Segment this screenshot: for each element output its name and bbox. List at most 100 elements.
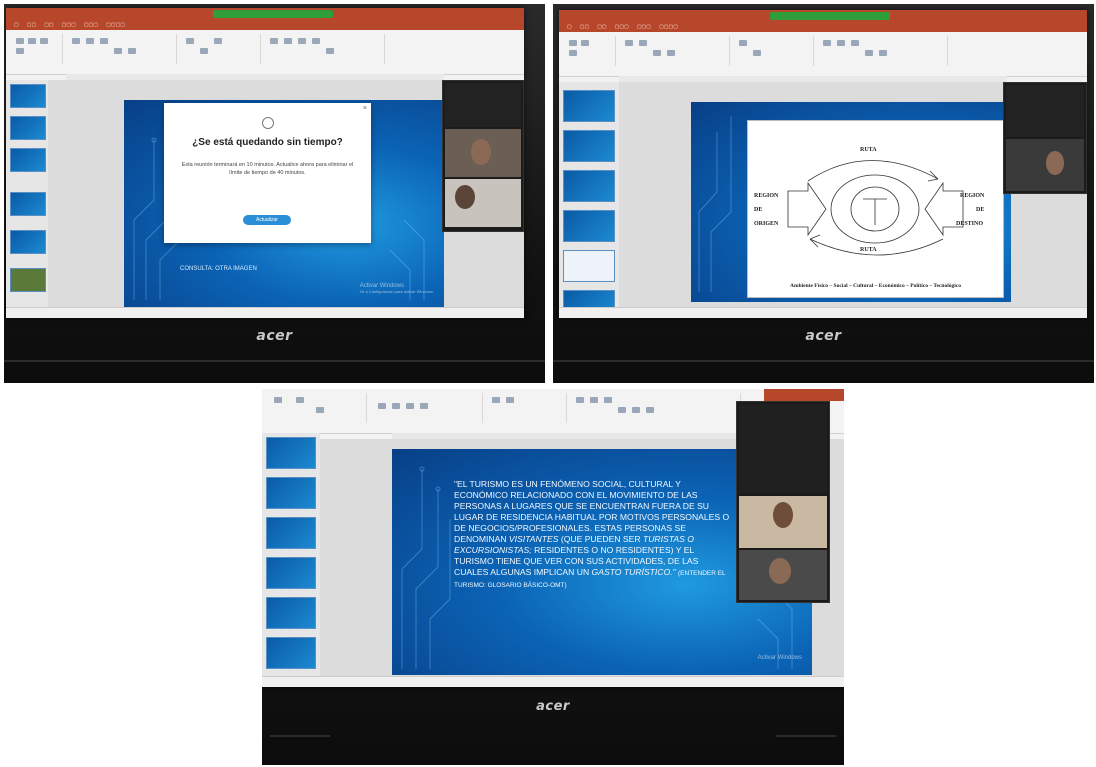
label-origin-1: REGION bbox=[754, 193, 779, 199]
laptop-hinge bbox=[553, 360, 1094, 380]
photo-tourism-definition: "EL TURISMO ES UN FENÓMENO SOCIAL, CULTU… bbox=[262, 389, 844, 765]
video-panel bbox=[442, 80, 524, 232]
status-bar bbox=[6, 307, 524, 318]
diagram-footer: Ambiente Físico – Social – Cultural – Ec… bbox=[790, 283, 961, 289]
ribbon-tabs: ▢ ▢▢ ▢▢ ▢▢▢ ▢▢▢ ▢▢▢▢ bbox=[6, 21, 524, 30]
tab[interactable]: ▢▢▢▢ bbox=[106, 21, 125, 30]
meeting-badge bbox=[213, 10, 334, 18]
video-tile[interactable] bbox=[739, 404, 827, 494]
slide-thumbnail[interactable] bbox=[563, 250, 615, 282]
tab[interactable]: ▢▢▢ bbox=[615, 23, 629, 32]
video-tile[interactable] bbox=[1006, 85, 1084, 137]
slide-thumbnail[interactable] bbox=[563, 90, 615, 122]
slide-thumbnail[interactable] bbox=[266, 517, 316, 549]
laptop-screen: ▢ ▢▢ ▢▢ ▢▢▢ ▢▢▢ ▢▢▢▢ bbox=[6, 8, 524, 318]
slide-thumbnail[interactable] bbox=[10, 192, 46, 216]
label-route-bottom: RUTA bbox=[860, 247, 877, 253]
video-tile[interactable] bbox=[445, 129, 521, 177]
video-tile[interactable] bbox=[739, 550, 827, 600]
tourism-system-diagram: RUTA RUTA REGION DE ORIGEN REGION DE DES… bbox=[747, 120, 1004, 298]
slide-thumbnail[interactable] bbox=[10, 268, 46, 292]
tab[interactable]: ▢▢ bbox=[27, 21, 36, 30]
ribbon-tabs: ▢ ▢▢ ▢▢ ▢▢▢ ▢▢▢ ▢▢▢▢ bbox=[559, 23, 1087, 32]
acer-logo: acer bbox=[536, 699, 570, 714]
slide-thumbnail[interactable] bbox=[10, 148, 46, 172]
video-tile[interactable] bbox=[445, 83, 521, 127]
ribbon bbox=[6, 30, 524, 75]
acer-logo: acer bbox=[805, 328, 842, 344]
slide-thumbnail[interactable] bbox=[10, 116, 46, 140]
video-panel bbox=[736, 401, 830, 603]
tab[interactable]: ▢▢▢ bbox=[62, 21, 76, 30]
video-tile[interactable] bbox=[445, 179, 521, 227]
label-destination-2: DE bbox=[976, 207, 985, 213]
slide-thumbnails bbox=[6, 80, 48, 308]
ribbon-group bbox=[619, 36, 730, 66]
photo-tourism-diagram: ▢ ▢▢ ▢▢ ▢▢▢ ▢▢▢ ▢▢▢▢ RUTA RUTA REGION DE… bbox=[553, 4, 1094, 383]
label-origin-2: DE bbox=[754, 207, 763, 213]
ribbon-group bbox=[266, 393, 367, 423]
ribbon bbox=[559, 32, 1087, 77]
slide-thumbnail[interactable] bbox=[266, 637, 316, 669]
tab[interactable]: ▢ bbox=[567, 23, 572, 32]
label-destination-1: REGION bbox=[960, 193, 985, 199]
participant-face bbox=[1046, 151, 1064, 175]
label-route-top: RUTA bbox=[860, 147, 877, 153]
tab[interactable]: ▢▢ bbox=[597, 23, 606, 32]
ribbon-group bbox=[66, 34, 177, 64]
laptop-hinge bbox=[4, 360, 545, 380]
ribbon-group bbox=[570, 393, 741, 423]
slide-thumbnail[interactable] bbox=[266, 557, 316, 589]
activate-windows: Activar Windows Ve a Configuración para a… bbox=[360, 283, 434, 294]
activate-subtitle: Ve a Configuración para activar Windows. bbox=[359, 289, 434, 294]
slide-thumbnail[interactable] bbox=[10, 84, 46, 108]
quote-emphasis-spending: GASTO TURÍSTICO." bbox=[591, 567, 676, 577]
label-destination-3: DESTINO bbox=[956, 221, 984, 227]
slide-thumbnails bbox=[262, 433, 320, 677]
slide-thumbnail[interactable] bbox=[563, 210, 615, 242]
clock-icon bbox=[262, 117, 274, 129]
slide-thumbnail[interactable] bbox=[10, 230, 46, 254]
participant-face bbox=[773, 502, 793, 528]
slide-thumbnail[interactable] bbox=[266, 597, 316, 629]
tab[interactable]: ▢▢ bbox=[44, 21, 53, 30]
meeting-badge bbox=[770, 12, 891, 20]
participant-face bbox=[769, 558, 791, 584]
slide-thumbnail[interactable] bbox=[563, 130, 615, 162]
ribbon-group bbox=[12, 34, 63, 64]
label-origin-3: ORIGEN bbox=[754, 221, 779, 227]
upgrade-button[interactable]: Actualizar bbox=[243, 215, 291, 225]
ribbon-group bbox=[733, 36, 814, 66]
ribbon-group bbox=[372, 393, 483, 423]
participant-face bbox=[471, 139, 491, 165]
ribbon-group bbox=[264, 34, 385, 64]
slide-thumbnail[interactable] bbox=[266, 477, 316, 509]
video-tile[interactable] bbox=[739, 496, 827, 548]
tab[interactable]: ▢▢▢ bbox=[84, 21, 98, 30]
dialog-title: ¿Se está quedando sin tiempo? bbox=[192, 137, 343, 148]
tab[interactable]: ▢▢ bbox=[580, 23, 589, 32]
ribbon-share-area bbox=[764, 389, 844, 401]
laptop-screen: "EL TURISMO ES UN FENÓMENO SOCIAL, CULTU… bbox=[262, 389, 844, 687]
slide-thumbnail[interactable] bbox=[563, 170, 615, 202]
status-bar bbox=[559, 307, 1087, 318]
slide-thumbnail[interactable] bbox=[266, 437, 316, 469]
quote-text-2: (QUE PUEDEN SER bbox=[560, 534, 641, 544]
dialog-body: Esta reunión terminará en 10 minutos. Ac… bbox=[181, 162, 354, 176]
video-panel bbox=[1003, 82, 1087, 194]
photo-timeout-modal: ▢ ▢▢ ▢▢ ▢▢▢ ▢▢▢ ▢▢▢▢ CONSULTA: OTRA IMAG… bbox=[4, 4, 545, 383]
activate-windows: Activar Windows bbox=[757, 655, 802, 661]
ribbon-group bbox=[180, 34, 261, 64]
laptop-hinge-right bbox=[776, 735, 836, 755]
tab[interactable]: ▢▢▢ bbox=[637, 23, 651, 32]
tab[interactable]: ▢▢▢▢ bbox=[659, 23, 678, 32]
close-icon[interactable]: × bbox=[363, 105, 367, 112]
timeout-dialog: × ¿Se está quedando sin tiempo? Esta reu… bbox=[164, 103, 371, 243]
tourism-definition-quote: "EL TURISMO ES UN FENÓMENO SOCIAL, CULTU… bbox=[454, 479, 734, 591]
tab[interactable]: ▢ bbox=[14, 21, 19, 30]
status-bar bbox=[262, 676, 844, 687]
video-tile[interactable] bbox=[1006, 139, 1084, 191]
laptop-hinge-left bbox=[270, 735, 330, 755]
laptop-screen: ▢ ▢▢ ▢▢ ▢▢▢ ▢▢▢ ▢▢▢▢ bbox=[559, 10, 1087, 318]
ribbon-group bbox=[565, 36, 616, 66]
